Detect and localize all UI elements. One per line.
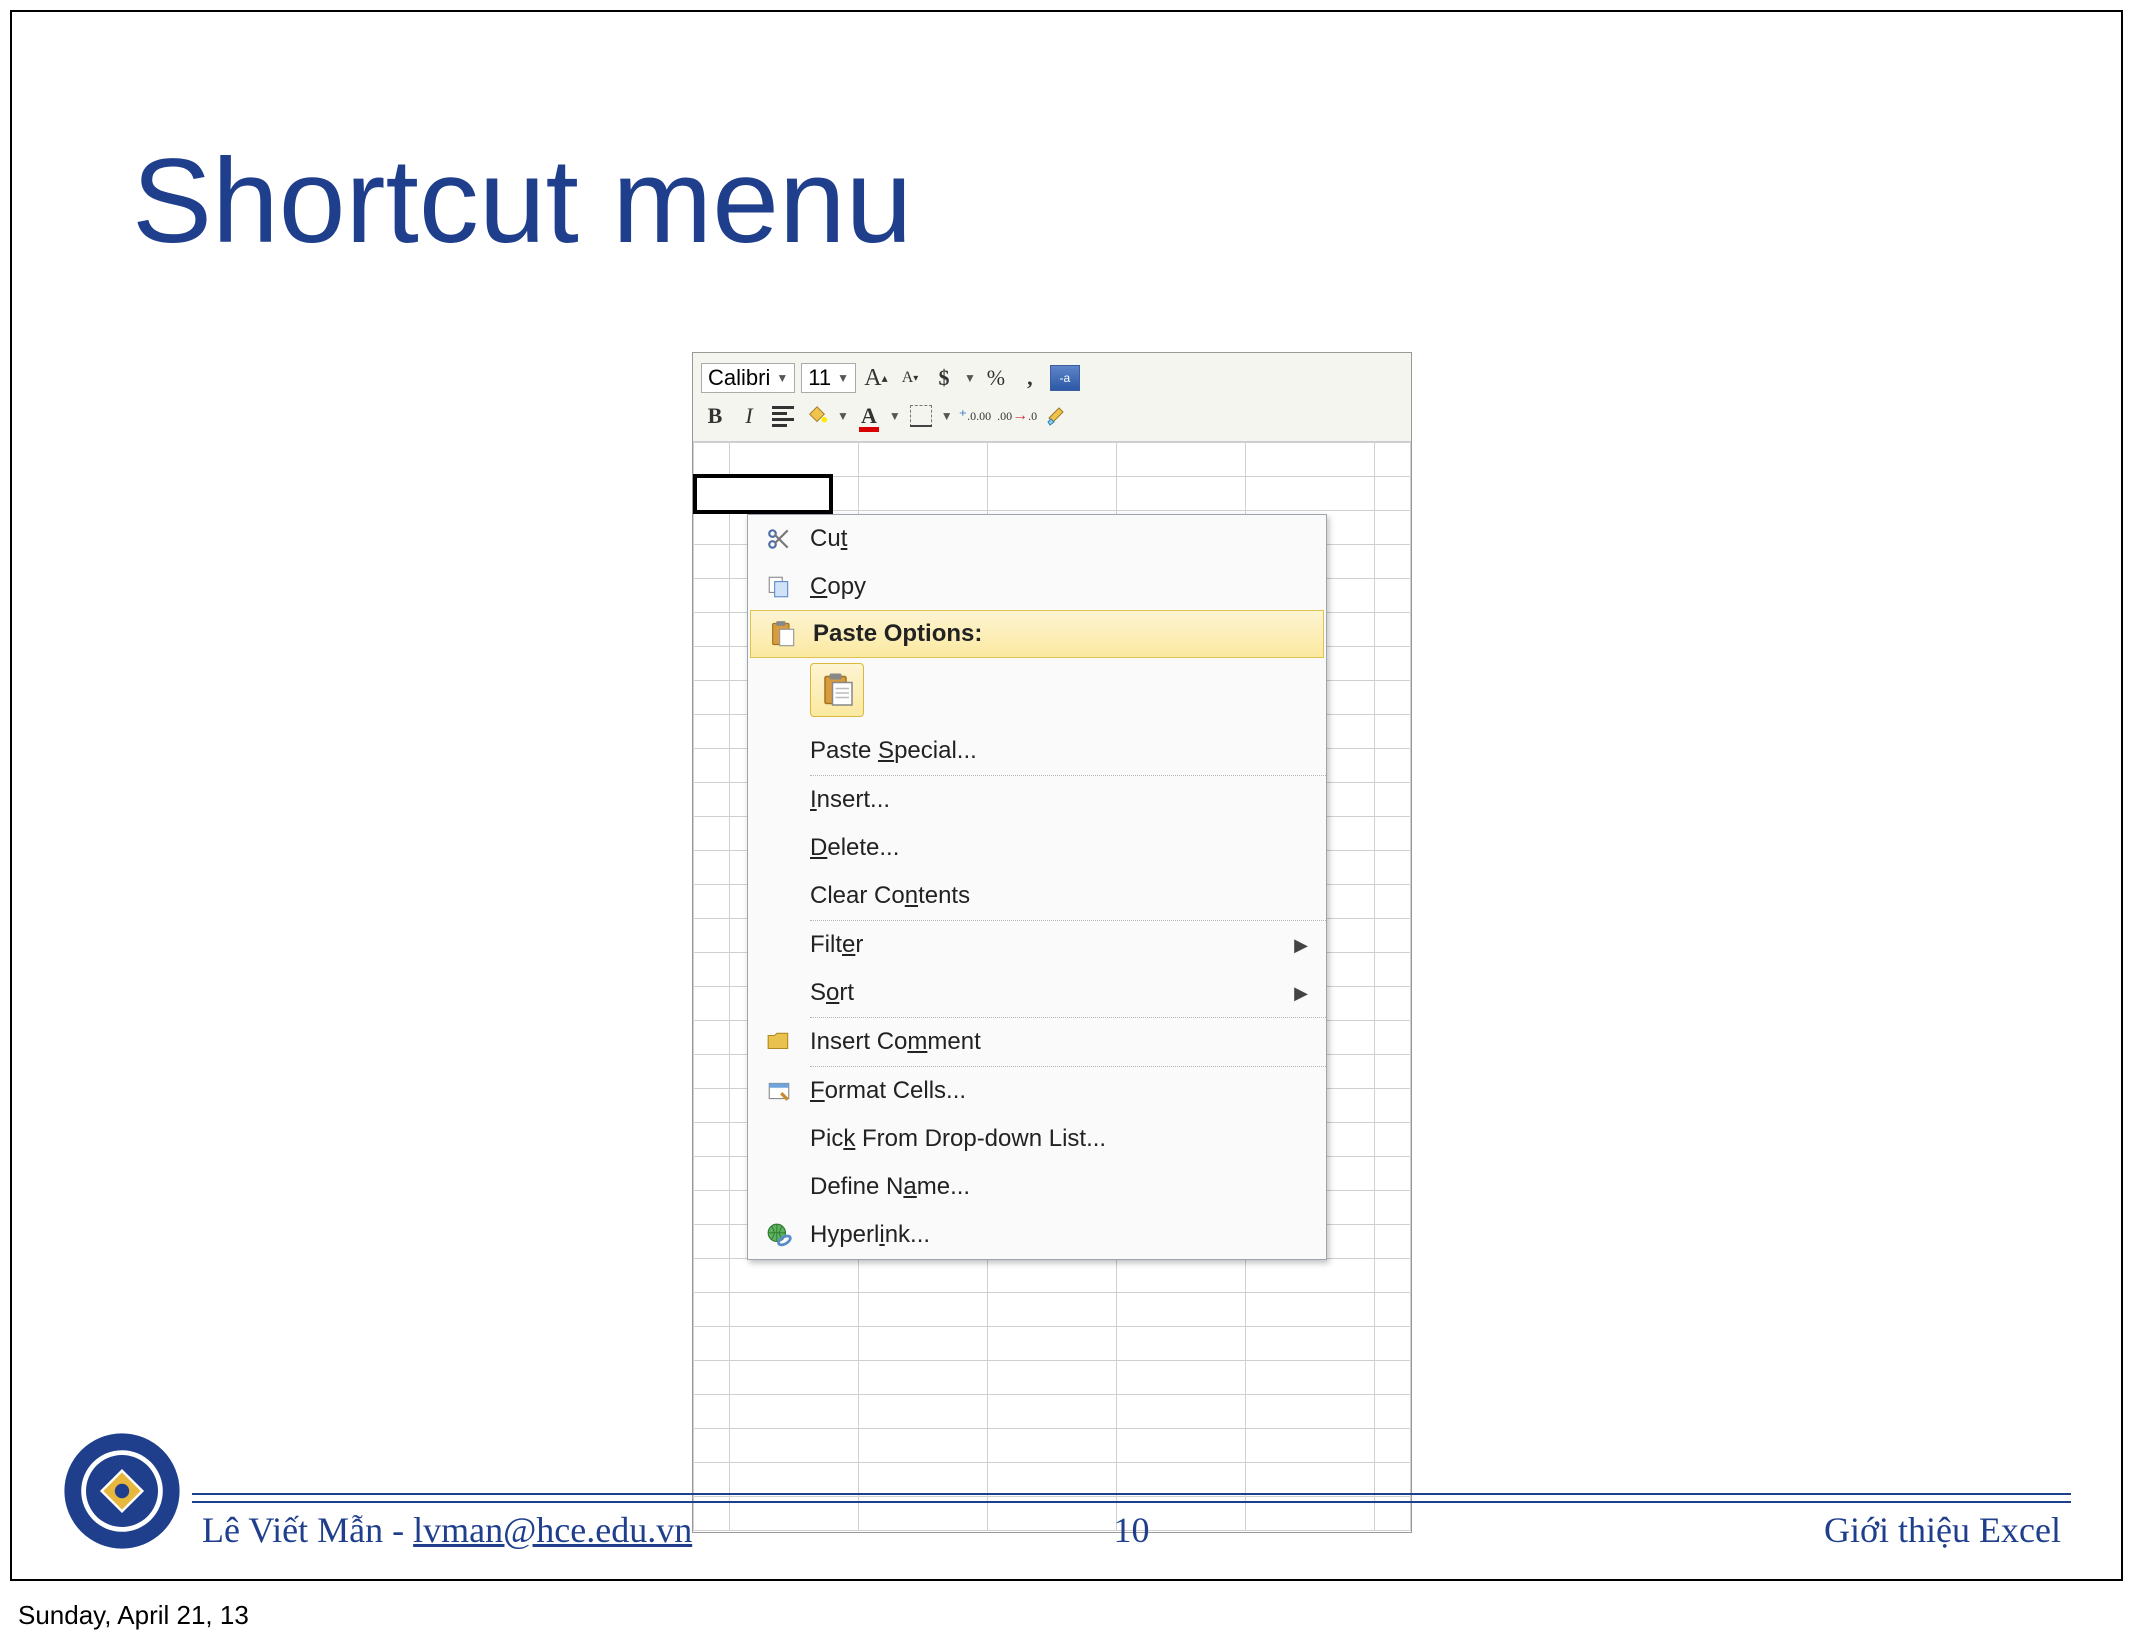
menu-label: Delete...	[810, 834, 1308, 862]
menu-label: Paste Options:	[813, 620, 1305, 648]
globe-link-icon	[766, 1222, 792, 1248]
menu-label: Sort	[810, 979, 1294, 1007]
paste-options-row	[810, 657, 1326, 727]
dropdown-arrow-icon: ▼	[776, 371, 788, 385]
menu-label: Clear Contents	[810, 882, 1308, 910]
footer-author: Lê Viết Mẫn - lvman@hce.edu.vn	[202, 1509, 692, 1551]
comma-button[interactable]: ,	[1016, 364, 1044, 392]
spreadsheet-grid[interactable]: Cut Copy	[693, 442, 1411, 1532]
mini-toolbar-row-1: Calibri ▼ 11 ▼ A▴ A▾ $ ▼ % , -a	[701, 359, 1403, 397]
format-painter-button[interactable]	[1043, 402, 1071, 430]
context-menu: Cut Copy	[747, 514, 1327, 1260]
dropdown-arrow-icon[interactable]: ▼	[941, 409, 953, 423]
menu-label: Insert Comment	[810, 1028, 1308, 1056]
font-name-select[interactable]: Calibri ▼	[701, 363, 795, 393]
menu-label: Insert...	[810, 786, 1308, 814]
footer-rule	[192, 1493, 2071, 1495]
align-button[interactable]	[769, 402, 797, 430]
font-size-select[interactable]: 11 ▼	[801, 363, 856, 393]
selected-cell[interactable]	[693, 474, 833, 514]
fill-color-button[interactable]	[803, 402, 831, 430]
font-color-button[interactable]: A	[855, 402, 883, 430]
menu-item-pick-list[interactable]: Pick From Drop-down List...	[748, 1115, 1326, 1163]
grow-font-button[interactable]: A▴	[862, 364, 890, 392]
slide-title: Shortcut menu	[132, 132, 912, 270]
format-cells-icon	[766, 1078, 792, 1104]
font-name-label: Calibri	[708, 365, 770, 391]
menu-item-define-name[interactable]: Define Name...	[748, 1163, 1326, 1211]
increase-decimal-button[interactable]: ⁺.0.00	[959, 402, 991, 430]
menu-item-insert[interactable]: Insert...	[748, 776, 1326, 824]
slide-frame: Shortcut menu Calibri ▼ 11 ▼ A▴ A▾ $ ▼ %…	[10, 10, 2123, 1581]
font-size-label: 11	[808, 365, 831, 391]
format-cells-launcher-icon[interactable]: -a	[1050, 365, 1080, 391]
brush-icon	[1045, 404, 1069, 428]
slide-footer: Lê Viết Mẫn - lvman@hce.edu.vn 10 Giới t…	[62, 1493, 2071, 1551]
menu-item-hyperlink[interactable]: Hyperlink...	[748, 1211, 1326, 1259]
menu-label: Paste Special...	[810, 737, 1308, 765]
menu-item-insert-comment[interactable]: Insert Comment	[748, 1018, 1326, 1066]
menu-label: Define Name...	[810, 1173, 1308, 1201]
menu-label: Pick From Drop-down List...	[810, 1125, 1308, 1153]
menu-item-paste-special[interactable]: Paste Special...	[748, 727, 1326, 775]
footer-topic: Giới thiệu Excel	[1824, 1509, 2061, 1551]
menu-item-format-cells[interactable]: Format Cells...	[748, 1067, 1326, 1115]
border-icon	[910, 405, 932, 427]
percent-button[interactable]: %	[982, 364, 1010, 392]
menu-label: Hyperlink...	[810, 1221, 1308, 1249]
menu-item-sort[interactable]: Sort ▶	[748, 969, 1326, 1017]
paint-bucket-icon	[806, 405, 828, 427]
dropdown-arrow-icon: ▼	[837, 371, 849, 385]
copy-icon	[766, 574, 792, 600]
menu-label: Copy	[810, 573, 1308, 601]
footer-email[interactable]: lvman@hce.edu.vn	[413, 1510, 692, 1550]
currency-button[interactable]: $	[930, 364, 958, 392]
italic-button[interactable]: I	[735, 402, 763, 430]
folder-comment-icon	[766, 1029, 792, 1055]
menu-label: Format Cells...	[810, 1077, 1308, 1105]
decrease-decimal-button[interactable]: .00→.0	[997, 402, 1037, 430]
menu-item-copy[interactable]: Copy	[748, 563, 1326, 611]
menu-item-delete[interactable]: Delete...	[748, 824, 1326, 872]
menu-label: Cut	[810, 525, 1308, 553]
paste-default-button[interactable]	[810, 663, 864, 717]
bold-button[interactable]: B	[701, 402, 729, 430]
dropdown-arrow-icon[interactable]: ▼	[837, 409, 849, 423]
clipboard-icon	[768, 620, 796, 648]
menu-item-clear-contents[interactable]: Clear Contents	[748, 872, 1326, 920]
menu-label: Filter	[810, 931, 1294, 959]
shrink-font-button[interactable]: A▾	[896, 364, 924, 392]
scissors-icon	[766, 526, 792, 552]
menu-item-paste-options[interactable]: Paste Options:	[750, 610, 1324, 658]
dropdown-arrow-icon[interactable]: ▼	[964, 371, 976, 385]
submenu-arrow-icon: ▶	[1294, 983, 1308, 1004]
excel-screenshot: Calibri ▼ 11 ▼ A▴ A▾ $ ▼ % , -a B I	[692, 352, 1412, 1533]
font-color-icon: A	[861, 403, 877, 429]
dropdown-arrow-icon[interactable]: ▼	[889, 409, 901, 423]
menu-item-filter[interactable]: Filter ▶	[748, 921, 1326, 969]
align-icon	[772, 406, 794, 427]
clipboard-paste-icon	[819, 672, 855, 708]
presentation-date: Sunday, April 21, 13	[18, 1600, 249, 1631]
menu-item-cut[interactable]: Cut	[748, 515, 1326, 563]
mini-toolbar-row-2: B I ▼ A ▼	[701, 397, 1403, 435]
borders-button[interactable]	[907, 402, 935, 430]
submenu-arrow-icon: ▶	[1294, 935, 1308, 956]
mini-toolbar: Calibri ▼ 11 ▼ A▴ A▾ $ ▼ % , -a B I	[693, 353, 1411, 442]
